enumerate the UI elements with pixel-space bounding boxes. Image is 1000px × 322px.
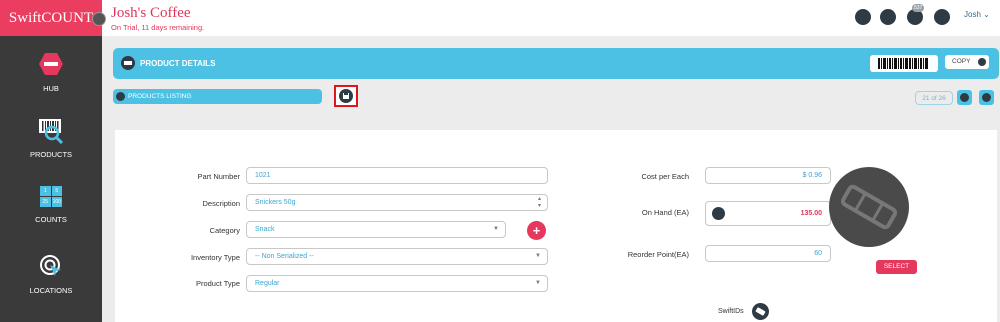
products-listing-link[interactable]: PRODUCTS LISTING [113,89,322,104]
locations-icon [40,255,61,276]
tag-icon[interactable] [752,303,769,320]
notification-badge: 537 [912,4,925,12]
counts-icon: 1 5 25 100 [40,186,62,207]
fingerprint-icon[interactable] [712,207,725,220]
sidebar-item-label: LOCATIONS [29,286,73,295]
chevron-down-icon: ▼ [535,280,541,286]
cost-per-each-label: Cost per Each [641,172,689,181]
pager-indicator: 21 of 26 [915,91,953,105]
company-name: Josh's Coffee [111,5,191,21]
reorder-point-label: Reorder Point(EA) [627,250,689,259]
category-select[interactable]: Snack ▼ [246,221,506,238]
part-number-field[interactable]: 1021 [246,167,548,184]
sidebar-item-hub[interactable]: HUB [0,52,102,93]
chevron-down-icon: ▼ [535,253,541,259]
save-button[interactable] [334,85,358,107]
trial-notice: On Trial, 11 days remaining. [111,23,205,32]
select-image-button[interactable]: SELECT [876,260,917,274]
copy-icon [978,58,986,66]
settings-icon[interactable] [880,9,896,25]
hub-icon [39,53,63,75]
sidebar-item-products[interactable]: PRODUCTS [0,118,102,159]
cost-per-each-field[interactable]: $ 0.96 [705,167,831,184]
download-icon[interactable] [855,9,871,25]
sidebar-item-locations[interactable]: LOCATIONS [0,254,102,295]
app-logo[interactable]: SwiftCOUNT [0,0,102,36]
category-label: Category [209,226,240,235]
next-button[interactable] [979,90,994,105]
part-number-label: Part Number [197,172,240,181]
category-value: Snack [255,226,275,233]
copy-button[interactable]: COPY [945,55,989,69]
description-field[interactable]: Snickers 50g ▴ ▾ [246,194,548,211]
chevron-down-icon: ▼ [493,226,499,232]
counts-tile: 1 [40,186,51,196]
clipboard-icon[interactable] [934,9,950,25]
arrow-right-icon [982,93,991,102]
listing-label: PRODUCTS LISTING [128,93,192,100]
barcode-icon [878,58,928,69]
barcode[interactable] [870,55,938,72]
description-label: Description [202,199,240,208]
on-hand-value: 135.00 [800,210,822,217]
product-details-header: PRODUCT DETAILS COPY [113,48,999,79]
sidebar-item-label: PRODUCTS [29,150,73,159]
swiftids-label: SwiftIDs [718,308,744,315]
reorder-point-field[interactable]: 60 [705,245,831,262]
back-arrow-icon [116,92,125,101]
on-hand-field: 135.00 [705,201,831,226]
product-type-select[interactable]: Regular ▼ [246,275,548,292]
copy-button-label: COPY [952,58,971,65]
user-menu[interactable]: Josh ⌄ [964,10,990,19]
arrow-left-icon [960,93,969,102]
sidebar-toggle[interactable] [92,12,106,26]
counts-tile: 5 [51,186,62,196]
page-title: PRODUCT DETAILS [140,59,216,68]
description-value: Snickers 50g [255,199,296,206]
counts-tile: 25 [40,197,51,207]
inventory-type-label: Inventory Type [190,253,240,262]
product-type-value: Regular [255,280,280,287]
sidebar-item-counts[interactable]: 1 5 25 100 COUNTS [0,186,102,224]
products-icon [39,119,64,144]
save-icon [339,89,353,103]
sidebar: SwiftCOUNT HUB PRODUCTS 1 5 25 100 COUNT… [0,0,102,322]
sidebar-item-label: HUB [43,84,59,93]
product-type-label: Product Type [195,279,240,288]
product-details-icon [121,56,135,70]
sidebar-item-label: COUNTS [35,215,67,224]
inventory-type-value: -- Non Serialized -- [255,253,314,260]
previous-button[interactable] [957,90,972,105]
product-placeholder-icon [840,184,898,230]
inventory-type-select[interactable]: -- Non Serialized -- ▼ [246,248,548,265]
add-category-button[interactable]: + [527,221,546,240]
product-image [829,167,909,247]
counts-tile: 100 [51,197,62,207]
on-hand-label: On Hand (EA) [641,208,689,217]
stepper-icon[interactable]: ▴ ▾ [538,196,541,210]
